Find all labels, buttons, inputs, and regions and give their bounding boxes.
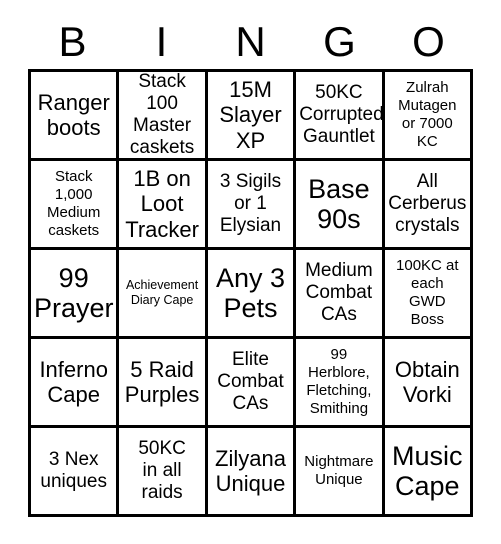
bingo-cell-label: Stack 100 Master caskets (129, 72, 195, 158)
bingo-cell-label: 100KC at each GWD Boss (396, 257, 459, 328)
bingo-cell-r4c5[interactable]: Obtain Vorki (384, 339, 473, 428)
bingo-cell-label: Elite Combat CAs (217, 349, 284, 414)
bingo-cell-label: Base 90s (308, 173, 370, 234)
bingo-cell-r1c4[interactable]: 50KC Corrupted Gauntlet (296, 72, 385, 161)
bingo-cell-r4c3[interactable]: Elite Combat CAs (207, 339, 297, 428)
bingo-header-letter-o: O (412, 17, 445, 65)
bingo-cell-r2c5[interactable]: All Cerberus crystals (384, 161, 473, 250)
bingo-cell-label: Zulrah Mutagen or 7000 KC (398, 79, 457, 150)
bingo-cell-label: 50KC in all raids (138, 438, 186, 503)
bingo-cell-label: 99 Prayer (34, 262, 114, 323)
bingo-cell-r1c1[interactable]: Ranger boots (31, 72, 120, 161)
bingo-cell-r5c5[interactable]: Music Cape (384, 428, 473, 517)
bingo-cell-r5c4[interactable]: Nightmare Unique (296, 428, 385, 517)
bingo-cell-r3c1[interactable]: 99 Prayer (31, 250, 120, 339)
bingo-cell-label: Achievement Diary Cape (125, 277, 199, 307)
bingo-cell-label: 1B on Loot Tracker (125, 166, 199, 242)
bingo-header-letter-n: N (235, 17, 266, 65)
bingo-header-row: B I N G O (28, 14, 473, 69)
bingo-cell-r2c1[interactable]: Stack 1,000 Medium caskets (31, 161, 120, 250)
bingo-cell-label: 5 Raid Purples (124, 356, 200, 407)
bingo-cell-r1c2[interactable]: Stack 100 Master caskets (119, 72, 208, 161)
bingo-cell-label: Obtain Vorki (394, 356, 460, 407)
bingo-cell-r5c2[interactable]: 50KC in all raids (119, 428, 208, 517)
bingo-header-letter-b: B (58, 17, 87, 65)
bingo-cell-r1c5[interactable]: Zulrah Mutagen or 7000 KC (384, 72, 473, 161)
bingo-cell-label: Music Cape (392, 440, 463, 501)
bingo-cell-label: 3 Nex uniques (40, 449, 107, 492)
bingo-cell-r5c1[interactable]: 3 Nex uniques (31, 428, 120, 517)
bingo-cell-label: 50KC Corrupted Gauntlet (299, 82, 384, 147)
bingo-header-letter-i: I (155, 17, 168, 65)
bingo-header-letter-g: G (323, 17, 356, 65)
bingo-cell-r5c3[interactable]: Zilyana Unique (207, 428, 297, 517)
bingo-card: B I N G O Ranger boots Stack 100 Master c… (28, 14, 473, 517)
bingo-grid: Ranger boots Stack 100 Master caskets 15M … (28, 69, 473, 517)
bingo-cell-r3c2[interactable]: Achievement Diary Cape (119, 250, 208, 339)
bingo-cell-label: Zilyana Unique (215, 445, 286, 496)
bingo-cell-label: Nightmare Unique (304, 453, 374, 488)
bingo-cell-label: Inferno Cape (39, 356, 108, 407)
bingo-cell-label: Ranger boots (37, 89, 110, 140)
bingo-cell-r2c2[interactable]: 1B on Loot Tracker (119, 161, 208, 250)
bingo-cell-label: 3 Sigils or 1 Elysian (219, 171, 282, 236)
bingo-cell-r4c4[interactable]: 99 Herblore, Fletching, Smithing (296, 339, 385, 428)
bingo-cell-r4c2[interactable]: 5 Raid Purples (119, 339, 208, 428)
bingo-cell-r3c3[interactable]: Any 3 Pets (207, 250, 297, 339)
bingo-cell-label: 15M Slayer XP (219, 77, 282, 153)
bingo-cell-r2c3[interactable]: 3 Sigils or 1 Elysian (207, 161, 297, 250)
bingo-cell-label: Any 3 Pets (215, 262, 286, 323)
bingo-cell-r3c5[interactable]: 100KC at each GWD Boss (384, 250, 473, 339)
bingo-cell-r3c4[interactable]: Medium Combat CAs (296, 250, 385, 339)
bingo-cell-r1c3[interactable]: 15M Slayer XP (207, 72, 297, 161)
bingo-cell-label: Medium Combat CAs (305, 260, 373, 325)
bingo-cell-label: 99 Herblore, Fletching, Smithing (306, 346, 372, 417)
bingo-cell-r4c1[interactable]: Inferno Cape (31, 339, 120, 428)
bingo-cell-label: All Cerberus crystals (388, 171, 467, 236)
bingo-cell-label: Stack 1,000 Medium caskets (47, 168, 101, 239)
bingo-cell-r2c4[interactable]: Base 90s (296, 161, 385, 250)
